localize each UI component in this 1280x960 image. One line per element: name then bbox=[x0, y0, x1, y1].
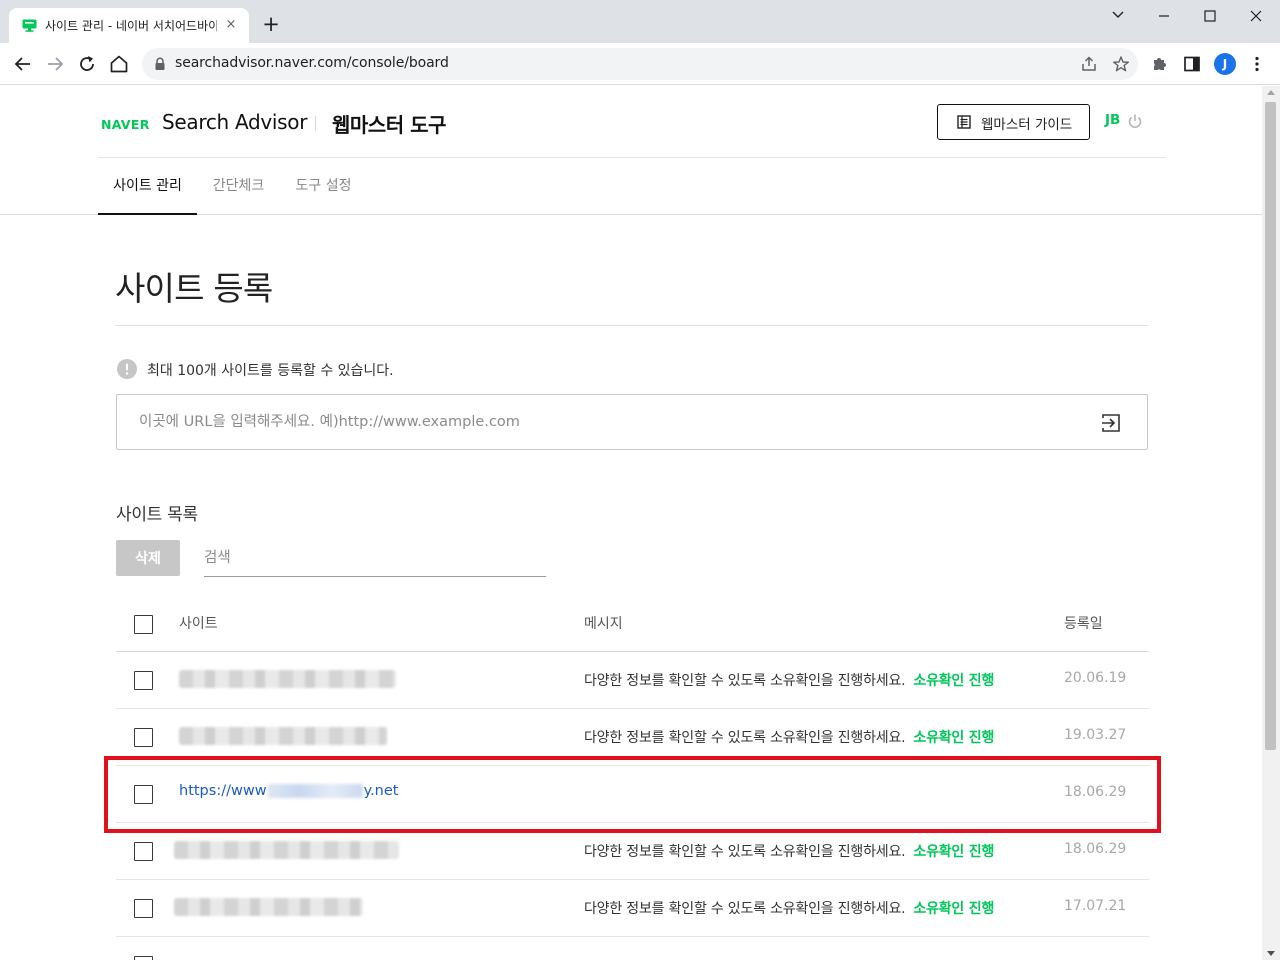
row-checkbox[interactable] bbox=[134, 785, 153, 804]
register-submit-icon[interactable] bbox=[1100, 412, 1122, 434]
profile-avatar[interactable]: J bbox=[1214, 53, 1236, 75]
share-icon[interactable] bbox=[1080, 55, 1098, 73]
table-row: 다양한 정보를 확인할 수 있도록 소유확인을 진행하세요. 소유확인 진행 20… bbox=[116, 652, 1149, 709]
info-exclamation-icon bbox=[117, 359, 137, 379]
site-search-input[interactable] bbox=[204, 548, 534, 568]
maximize-icon[interactable] bbox=[1194, 4, 1226, 28]
blurred-url-segment bbox=[267, 784, 363, 798]
back-arrow-icon[interactable] bbox=[11, 52, 35, 76]
blurred-site-url bbox=[179, 727, 387, 745]
row-date: 18.06.29 bbox=[1064, 784, 1127, 800]
guide-document-icon bbox=[957, 115, 971, 129]
row-date: 19.03.27 bbox=[1064, 727, 1127, 743]
scroll-down-arrow-icon[interactable] bbox=[1267, 951, 1275, 956]
row-message: 다양한 정보를 확인할 수 있도록 소유확인을 진행하세요. 소유확인 진행 bbox=[584, 727, 994, 747]
verify-ownership-link[interactable]: 소유확인 진행 bbox=[913, 730, 994, 746]
blurred-site-url bbox=[174, 898, 363, 916]
blurred-site-url bbox=[174, 841, 399, 859]
close-window-icon[interactable] bbox=[1240, 4, 1272, 28]
user-initials[interactable]: JB bbox=[1105, 112, 1120, 128]
address-bar[interactable]: searchadvisor.naver.com/console/board bbox=[142, 48, 1138, 80]
table-row bbox=[116, 937, 1149, 960]
verify-ownership-link[interactable]: 소유확인 진행 bbox=[913, 901, 994, 917]
row-checkbox[interactable] bbox=[134, 728, 153, 747]
browser-toolbar: searchadvisor.naver.com/console/board J bbox=[0, 43, 1280, 85]
site-url-prefix: https://www bbox=[179, 783, 267, 799]
browser-tabstrip: 사이트 관리 - 네이버 서치어드바이저 × + bbox=[0, 0, 1280, 43]
site-limit-notice: 최대 100개 사이트를 등록할 수 있습니다. bbox=[147, 363, 394, 379]
page-scrollbar[interactable] bbox=[1262, 86, 1280, 960]
site-url-input[interactable] bbox=[139, 411, 1039, 433]
forward-arrow-icon[interactable] bbox=[43, 52, 67, 76]
table-row-highlighted: https://www y.net 18.06.29 bbox=[116, 766, 1149, 823]
table-row: 다양한 정보를 확인할 수 있도록 소유확인을 진행하세요. 소유확인 진행 18… bbox=[116, 823, 1149, 880]
url-field bbox=[116, 394, 1148, 450]
local-nav-tabs: 사이트 관리 간단체크 도구 설정 bbox=[0, 159, 1262, 215]
tab-search-chevron-icon[interactable] bbox=[1102, 4, 1134, 28]
tab-close-icon[interactable]: × bbox=[223, 17, 239, 33]
row-date: 20.06.19 bbox=[1064, 670, 1127, 686]
row-checkbox[interactable] bbox=[134, 842, 153, 861]
row-checkbox[interactable] bbox=[134, 956, 153, 960]
tab-tool-settings[interactable]: 도구 설정 bbox=[280, 159, 367, 215]
webmaster-guide-label: 웹마스터 가이드 bbox=[981, 117, 1073, 133]
extensions-puzzle-icon[interactable] bbox=[1150, 54, 1170, 74]
new-tab-button[interactable]: + bbox=[261, 14, 281, 35]
page-viewport: NAVER Search Advisor 웹마스터 도구 웹마스터 가이드 JB… bbox=[0, 86, 1262, 960]
message-text: 다양한 정보를 확인할 수 있도록 소유확인을 진행하세요. bbox=[584, 901, 906, 917]
title-divider bbox=[115, 325, 1148, 326]
message-text: 다양한 정보를 확인할 수 있도록 소유확인을 진행하세요. bbox=[584, 844, 906, 860]
column-header-site: 사이트 bbox=[179, 616, 218, 632]
row-message: 다양한 정보를 확인할 수 있도록 소유확인을 진행하세요. 소유확인 진행 bbox=[584, 898, 994, 918]
column-header-message: 메시지 bbox=[584, 616, 623, 632]
row-date: 18.06.29 bbox=[1064, 841, 1127, 857]
reload-icon[interactable] bbox=[75, 52, 99, 76]
row-date: 17.07.21 bbox=[1064, 898, 1127, 914]
column-header-date: 등록일 bbox=[1064, 616, 1103, 632]
global-header: NAVER Search Advisor 웹마스터 도구 웹마스터 가이드 JB bbox=[98, 86, 1166, 158]
scrollbar-thumb[interactable] bbox=[1265, 102, 1276, 750]
webmaster-guide-button[interactable]: 웹마스터 가이드 bbox=[937, 104, 1090, 140]
scroll-up-arrow-icon[interactable] bbox=[1267, 90, 1275, 95]
url-text[interactable]: searchadvisor.naver.com/console/board bbox=[175, 55, 449, 71]
browser-menu-kebab-icon[interactable] bbox=[1247, 54, 1267, 74]
row-checkbox[interactable] bbox=[134, 899, 153, 918]
delete-button[interactable]: 삭제 bbox=[116, 540, 180, 576]
verify-ownership-link[interactable]: 소유확인 진행 bbox=[913, 844, 994, 860]
table-row: 다양한 정보를 확인할 수 있도록 소유확인을 진행하세요. 소유확인 진행 17… bbox=[116, 880, 1149, 937]
site-url-suffix: y.net bbox=[363, 783, 399, 799]
site-list-title: 사이트 목록 bbox=[116, 505, 198, 525]
naver-logo[interactable]: NAVER bbox=[101, 117, 150, 132]
site-url-link[interactable]: https://www y.net bbox=[179, 783, 398, 799]
row-message: 다양한 정보를 확인할 수 있도록 소유확인을 진행하세요. 소유확인 진행 bbox=[584, 670, 994, 690]
select-all-checkbox[interactable] bbox=[134, 615, 153, 634]
table-header: 사이트 메시지 등록일 bbox=[116, 594, 1149, 652]
page-title: 사이트 등록 bbox=[115, 269, 273, 308]
tab-site-management[interactable]: 사이트 관리 bbox=[98, 159, 197, 215]
naver-search-advisor-favicon-icon bbox=[22, 19, 37, 32]
row-checkbox[interactable] bbox=[134, 671, 153, 690]
side-panel-icon[interactable] bbox=[1182, 54, 1202, 74]
search-advisor-title[interactable]: Search Advisor bbox=[162, 110, 307, 134]
webmaster-tools-title[interactable]: 웹마스터 도구 bbox=[332, 109, 446, 138]
row-message: 다양한 정보를 확인할 수 있도록 소유확인을 진행하세요. 소유확인 진행 bbox=[584, 841, 994, 861]
message-text: 다양한 정보를 확인할 수 있도록 소유확인을 진행하세요. bbox=[584, 673, 906, 689]
minimize-icon[interactable] bbox=[1148, 4, 1180, 28]
browser-tab-title: 사이트 관리 - 네이버 서치어드바이저 bbox=[45, 19, 217, 33]
verify-ownership-link[interactable]: 소유확인 진행 bbox=[913, 673, 994, 689]
message-text: 다양한 정보를 확인할 수 있도록 소유확인을 진행하세요. bbox=[584, 730, 906, 746]
header-divider bbox=[315, 116, 316, 131]
site-search-field bbox=[204, 540, 546, 577]
table-row: 다양한 정보를 확인할 수 있도록 소유확인을 진행하세요. 소유확인 진행 19… bbox=[116, 709, 1149, 766]
logout-power-icon[interactable] bbox=[1127, 113, 1143, 129]
blurred-site-url bbox=[179, 670, 396, 688]
browser-tab[interactable]: 사이트 관리 - 네이버 서치어드바이저 × bbox=[9, 8, 249, 43]
bookmark-star-icon[interactable] bbox=[1112, 55, 1130, 73]
lock-icon[interactable] bbox=[154, 57, 166, 71]
tab-simple-check[interactable]: 간단체크 bbox=[197, 159, 280, 215]
home-icon[interactable] bbox=[107, 52, 131, 76]
